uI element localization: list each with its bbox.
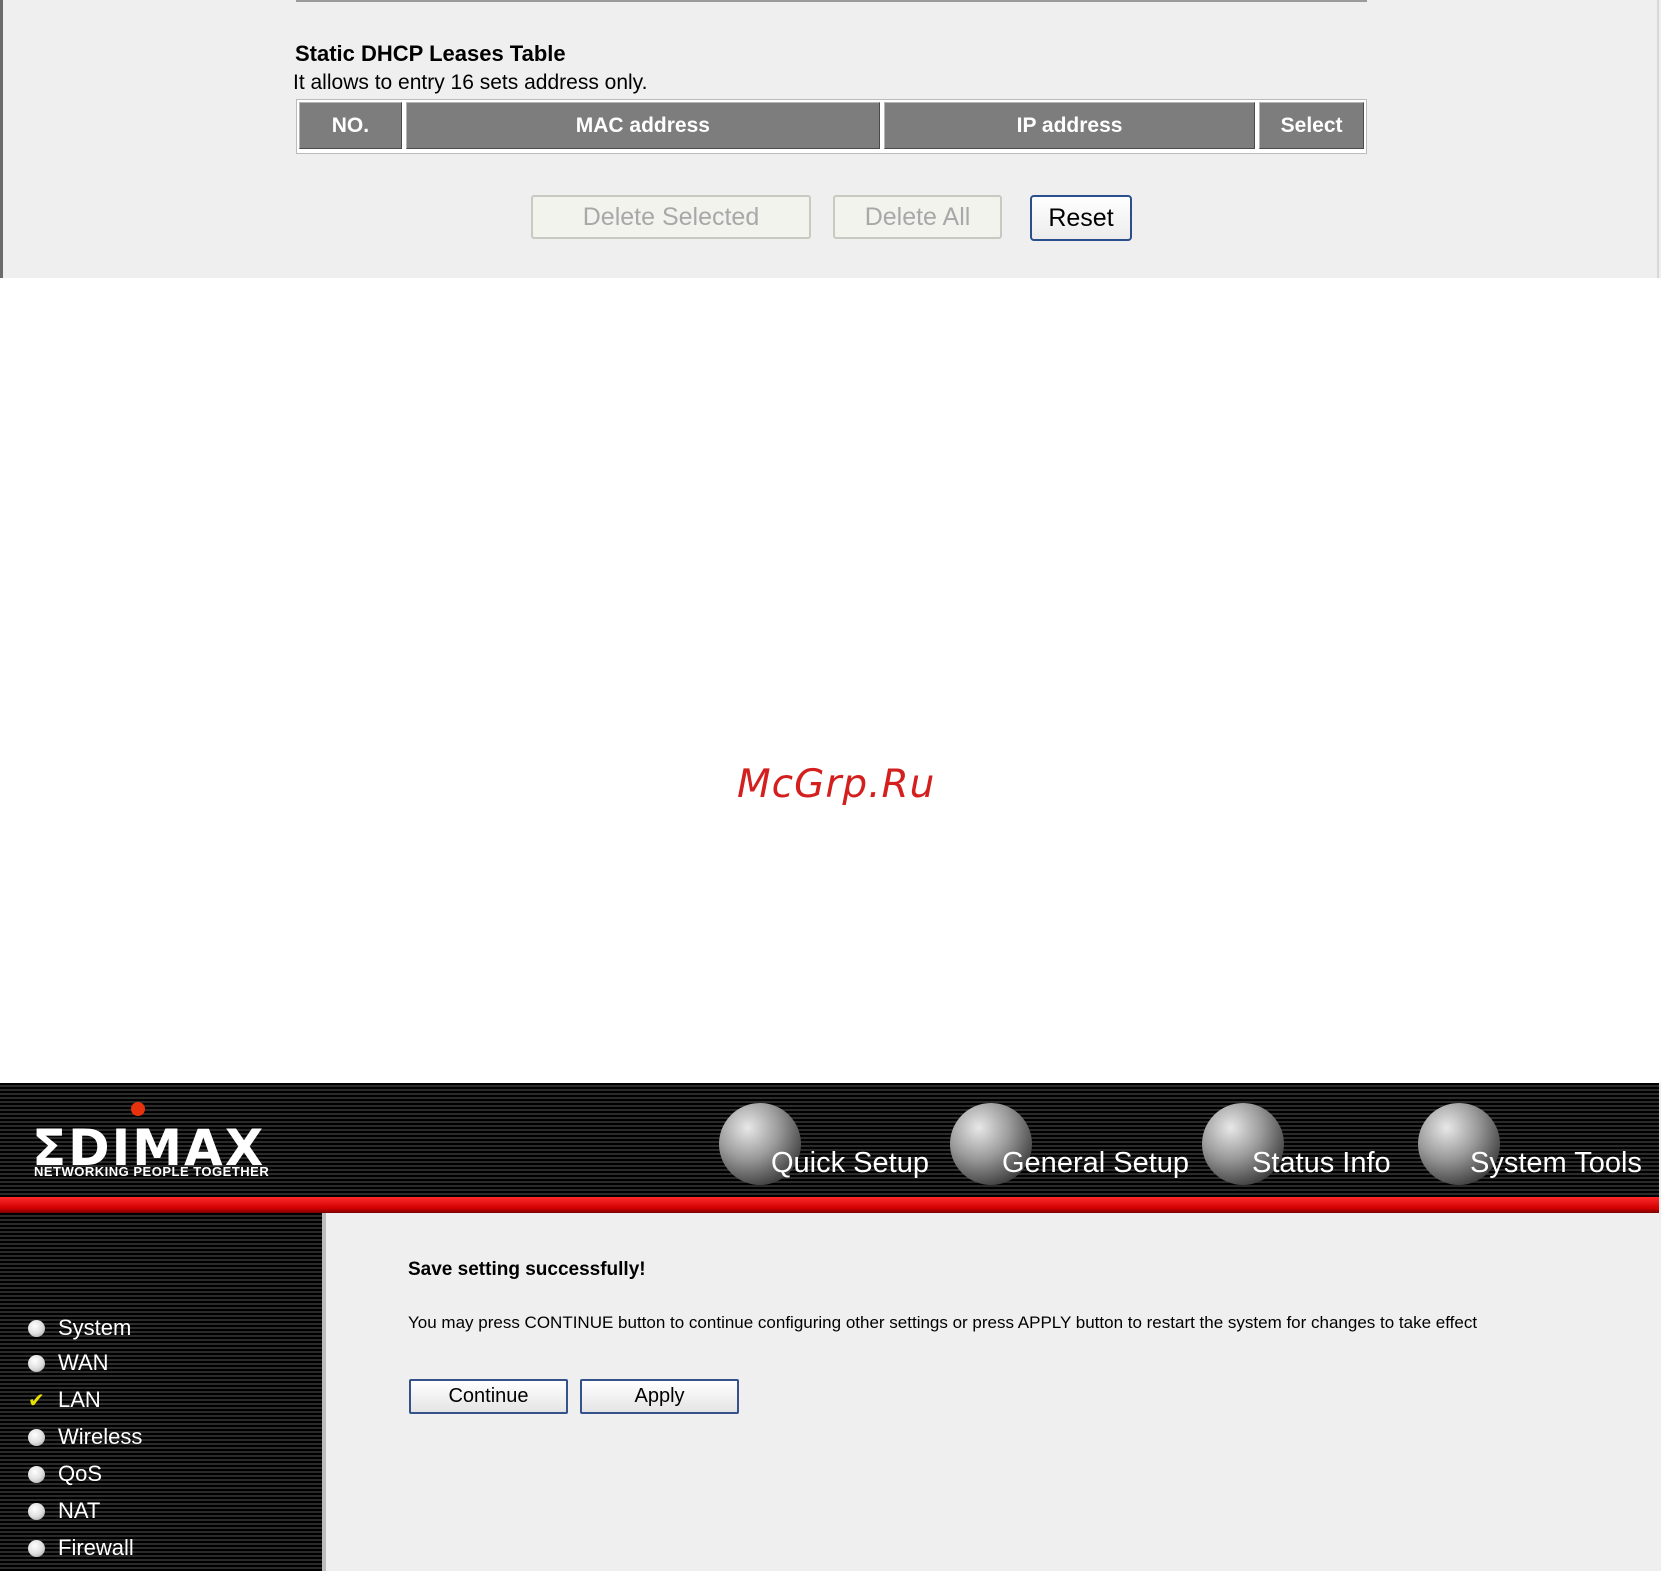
checkmark-icon: ✔ xyxy=(28,1388,45,1412)
sidebar-item-wireless[interactable]: Wireless xyxy=(28,1422,142,1452)
sidebar-menu: System WAN ✔ LAN Wireless QoS NAT Firewa… xyxy=(0,1213,326,1571)
sidebar-item-label: Wireless xyxy=(58,1424,143,1449)
instruction-text: You may press CONTINUE button to continu… xyxy=(408,1313,1478,1332)
static-dhcp-table: NO. MAC address IP address Select xyxy=(296,99,1367,154)
sidebar-item-firewall[interactable]: Firewall xyxy=(28,1533,134,1563)
nav-label: Status Info xyxy=(1252,1147,1391,1179)
radio-bullet-icon xyxy=(28,1502,45,1520)
sidebar-item-label: NAT xyxy=(58,1498,101,1523)
nav-label: General Setup xyxy=(1002,1147,1190,1179)
panel-right-border xyxy=(1657,0,1659,278)
dhcp-panel: Static DHCP Leases Table It allows to en… xyxy=(0,0,1661,278)
sidebar-item-lan[interactable]: ✔ LAN xyxy=(28,1385,101,1415)
radio-bullet-icon xyxy=(28,1354,45,1372)
sidebar-item-nat[interactable]: NAT xyxy=(28,1496,100,1526)
radio-bullet-icon xyxy=(28,1465,45,1483)
delete-selected-button[interactable]: Delete Selected xyxy=(531,195,811,239)
column-header-ip: IP address xyxy=(883,102,1256,149)
sidebar-item-label: System xyxy=(58,1315,132,1340)
header-red-bar xyxy=(0,1197,1659,1213)
sidebar-item-label: QoS xyxy=(58,1461,103,1486)
nav-label: System Tools xyxy=(1470,1147,1642,1179)
column-header-no: NO. xyxy=(299,102,402,149)
radio-bullet-icon xyxy=(28,1428,45,1446)
router-admin-page: ΣDIMAX NETWORKING PEOPLE TOGETHER Quick … xyxy=(0,1083,1661,1571)
sidebar-item-system[interactable]: System xyxy=(28,1313,131,1343)
nav-label: Quick Setup xyxy=(771,1147,929,1179)
column-header-mac: MAC address xyxy=(405,102,880,149)
radio-bullet-icon xyxy=(28,1539,45,1557)
dhcp-table-subtitle: It allows to entry 16 sets address only. xyxy=(293,71,648,94)
logo-tagline: NETWORKING PEOPLE TOGETHER xyxy=(34,1164,270,1179)
sidebar-item-qos[interactable]: QoS xyxy=(28,1459,102,1489)
apply-button[interactable]: Apply xyxy=(580,1379,739,1414)
panel-left-border xyxy=(0,0,3,278)
sidebar-item-label: LAN xyxy=(58,1387,101,1412)
sidebar-item-label: WAN xyxy=(58,1350,109,1375)
logo-dot-icon xyxy=(131,1102,145,1116)
dhcp-table-title: Static DHCP Leases Table xyxy=(295,41,566,66)
header-bar: ΣDIMAX NETWORKING PEOPLE TOGETHER Quick … xyxy=(0,1083,1659,1201)
save-success-message: Save setting successfully! xyxy=(408,1259,646,1280)
main-content: Save setting successfully! You may press… xyxy=(330,1213,1661,1571)
radio-bullet-icon xyxy=(28,1319,45,1337)
sidebar-item-wan[interactable]: WAN xyxy=(28,1348,109,1378)
sidebar-item-label: Firewall xyxy=(58,1535,134,1560)
delete-all-button[interactable]: Delete All xyxy=(833,195,1002,239)
continue-button[interactable]: Continue xyxy=(409,1379,568,1414)
section-divider xyxy=(296,0,1367,2)
reset-button[interactable]: Reset xyxy=(1030,195,1132,241)
watermark: McGrp.Ru xyxy=(737,762,936,807)
column-header-select: Select xyxy=(1259,102,1364,149)
